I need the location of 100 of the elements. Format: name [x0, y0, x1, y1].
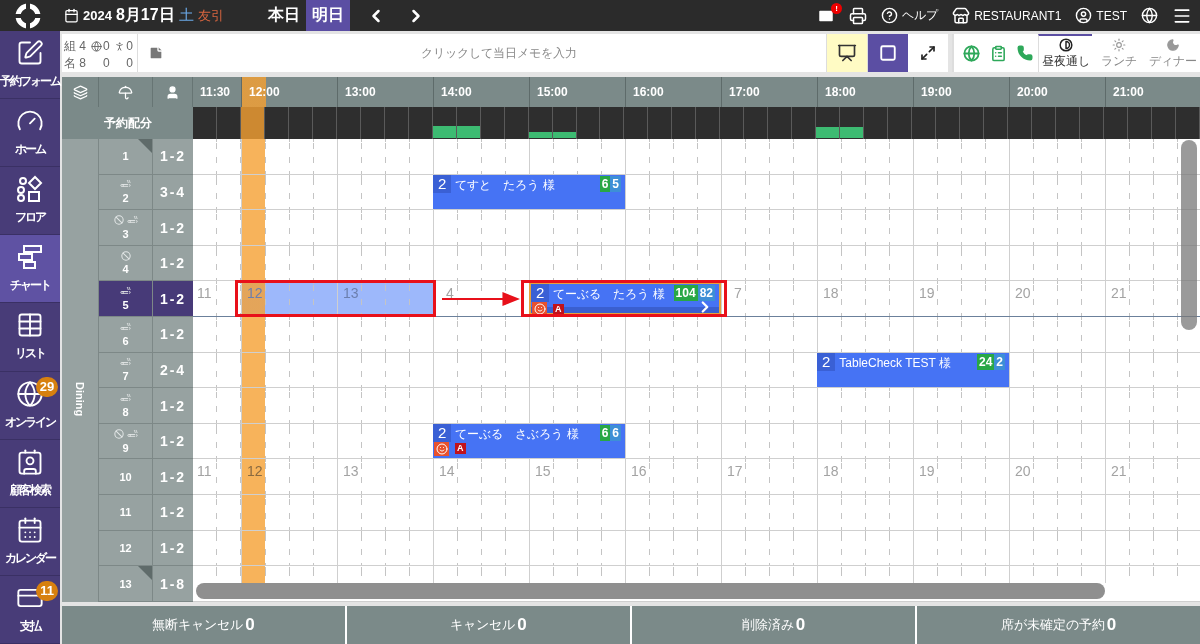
table-name: 9: [122, 441, 129, 454]
view-toggle-button[interactable]: [867, 34, 908, 72]
user-button[interactable]: TEST: [1075, 7, 1127, 24]
vertical-scrollbar[interactable]: [1181, 140, 1197, 330]
alert-badge: !: [831, 2, 843, 14]
status-filter-button[interactable]: 削除済み 0: [632, 606, 915, 644]
gantt-icon: [16, 243, 44, 272]
store-icon: [952, 6, 971, 25]
capacity-cell: 2-4: [153, 352, 193, 389]
table-name: 7: [122, 370, 129, 383]
square-icon: [879, 44, 897, 62]
status-filter-button[interactable]: 席が未確定の予約 0: [917, 606, 1200, 644]
capacity-cell: 1-2: [153, 139, 193, 175]
count-tag: 6: [610, 424, 621, 441]
reservation-bar[interactable]: 2 TableCheck TEST 様 24 2: [817, 352, 1009, 388]
status-filter-button[interactable]: キャンセル 0: [347, 606, 630, 644]
capacity-cell: 1-2: [153, 210, 193, 246]
hour-mark: 16: [631, 463, 647, 480]
table-name-cell[interactable]: 8: [99, 388, 153, 424]
capacity-cell: 1-2: [153, 281, 193, 318]
memo-field[interactable]: クリックして当日メモを入力: [172, 34, 826, 72]
status-filter-button[interactable]: 無断キャンセル 0: [62, 606, 345, 644]
timeline-cell[interactable]: [1105, 566, 1181, 583]
table-name-cell[interactable]: 7: [99, 352, 153, 389]
reservation-bar[interactable]: 2 てすと たろう 様 6 5: [433, 174, 625, 210]
table-name-cell[interactable]: 9: [99, 423, 153, 460]
timeline-cell[interactable]: [1105, 174, 1181, 210]
count-tag: 5: [610, 175, 621, 192]
sidebar-item[interactable]: チャート: [0, 235, 60, 304]
table-name-cell[interactable]: 1: [99, 139, 153, 175]
timeline-cell[interactable]: 21: [1105, 459, 1181, 495]
reservation-bar[interactable]: 2 てーぶる さぶろう 様 6 6 A: [433, 423, 625, 459]
language-button[interactable]: [1141, 7, 1158, 24]
user-icon: [1075, 7, 1093, 24]
cigarette-icon: [126, 428, 138, 440]
meal-tab[interactable]: ランチ: [1092, 34, 1146, 72]
table-name-cell[interactable]: 2: [99, 174, 153, 211]
capacity-cell: 1-2: [153, 530, 193, 567]
hour-mark: 19: [919, 285, 935, 302]
cigarette-icon: [126, 215, 138, 226]
timeline-cell[interactable]: [1105, 317, 1181, 352]
hour-mark: 18: [823, 463, 839, 480]
hour-mark: 19: [919, 463, 935, 480]
guest-name: てすと たろう 様: [454, 176, 555, 194]
capacity-cell: 1-2: [153, 388, 193, 424]
help-icon: [881, 7, 899, 24]
prohibited-icon: [113, 215, 124, 225]
table-name: 12: [119, 542, 132, 554]
capacity-cell: 1-2: [153, 423, 193, 460]
count-tag: 2: [994, 353, 1005, 370]
phone-filter-button[interactable]: [1012, 34, 1038, 72]
shapes-icon: [16, 175, 44, 204]
capacity-cell: 1-8: [153, 566, 193, 602]
note-icon: [148, 45, 164, 61]
help-button[interactable]: ヘルプ: [881, 7, 939, 24]
guest-name: てーぶる さぶろう 様: [454, 425, 579, 443]
timeline-cell[interactable]: [1105, 139, 1181, 174]
timeline-cell[interactable]: [1105, 245, 1181, 281]
hour-mark: 18: [823, 285, 839, 302]
count-tag: 6: [599, 175, 611, 192]
table-name-cell[interactable]: 5: [99, 281, 153, 318]
hour-mark: 15: [535, 463, 551, 480]
table-name-cell[interactable]: 10: [99, 459, 153, 496]
timeline-cell[interactable]: [1105, 210, 1181, 245]
expand-button[interactable]: [908, 34, 948, 72]
timeline-cell[interactable]: [1105, 388, 1181, 423]
printer-icon: [849, 6, 868, 25]
view-toggle-button[interactable]: [826, 34, 867, 72]
table-name-cell[interactable]: 6: [99, 317, 153, 353]
count-badge: 29: [36, 376, 58, 397]
hour-mark: 7: [734, 285, 742, 302]
section-label: Dining: [74, 382, 86, 417]
table-name-cell[interactable]: 3: [99, 210, 153, 246]
prohibited-icon: [113, 428, 124, 439]
day-tab[interactable]: 明日: [306, 0, 350, 31]
table-name-cell[interactable]: 4: [99, 245, 153, 282]
table-name-cell[interactable]: 11: [99, 495, 153, 531]
table-name: 2: [122, 192, 129, 205]
meal-tab[interactable]: 昼夜通し: [1038, 34, 1092, 72]
timeline-cell[interactable]: [1105, 495, 1181, 530]
timeline-cell[interactable]: 21: [1105, 281, 1181, 317]
moon-icon: [1166, 38, 1180, 52]
online-filter-button[interactable]: [952, 34, 985, 72]
timeline-cell[interactable]: [1105, 352, 1181, 388]
restaurant-button[interactable]: RESTAURANT1: [952, 6, 1062, 25]
timeline-cell[interactable]: [1105, 530, 1181, 566]
table-name-cell[interactable]: 12: [99, 530, 153, 567]
meal-tab[interactable]: ディナー: [1146, 34, 1200, 72]
day-tab[interactable]: 本日: [262, 0, 306, 31]
hour-mark: 11: [197, 285, 212, 302]
hour-mark: 12: [247, 463, 263, 480]
globe-icon: [91, 40, 103, 52]
timeline-cell[interactable]: [1105, 423, 1181, 459]
calendar-icon: [16, 515, 44, 544]
count-tag: 104: [673, 285, 698, 302]
weekday-text: 土: [178, 6, 194, 25]
summary-value: 0: [126, 56, 133, 70]
table-name: 1: [122, 150, 129, 163]
print-button[interactable]: [849, 6, 868, 25]
table-name-cell[interactable]: 13: [99, 566, 153, 602]
